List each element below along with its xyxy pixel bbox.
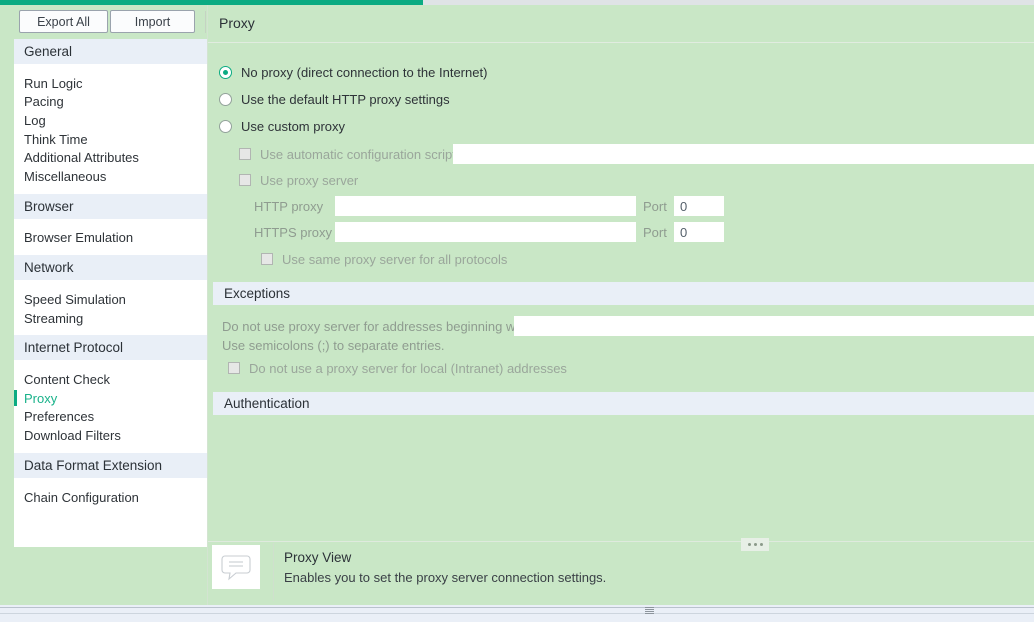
http-port-input[interactable] xyxy=(674,196,724,216)
bypass-addresses-input[interactable] xyxy=(514,316,1034,336)
tree-group-general: General xyxy=(14,39,208,64)
http-proxy-label: HTTP proxy xyxy=(254,198,324,214)
speech-bubble-icon xyxy=(212,545,260,589)
radio-no-proxy[interactable]: No proxy (direct connection to the Inter… xyxy=(208,62,487,82)
left-pane: Export All Import General Run Logic Paci… xyxy=(0,5,208,605)
radio-default-http-proxy[interactable]: Use the default HTTP proxy settings xyxy=(208,89,450,109)
sidebar-item-miscellaneous[interactable]: Miscellaneous xyxy=(14,167,208,186)
bypass-local-addresses-label: Do not use a proxy server for local (Int… xyxy=(249,360,567,376)
https-proxy-label: HTTPS proxy xyxy=(254,224,333,240)
sidebar-item-streaming[interactable]: Streaming xyxy=(14,309,208,328)
sidebar-item-run-logic[interactable]: Run Logic xyxy=(14,74,208,93)
auto-config-script-input[interactable] xyxy=(453,144,1034,164)
sidebar-item-chain-configuration[interactable]: Chain Configuration xyxy=(14,488,208,507)
handle-dot xyxy=(753,543,757,546)
description-top-rule xyxy=(208,541,1034,542)
checkbox-use-proxy-server[interactable]: Use proxy server xyxy=(239,170,358,190)
https-port-label: Port xyxy=(643,224,667,240)
description-pane: Proxy View Enables you to set the proxy … xyxy=(208,538,1034,605)
import-button[interactable]: Import xyxy=(110,10,195,33)
auto-config-script-checkbox[interactable] xyxy=(239,148,251,160)
bypass-addresses-label: Do not use proxy server for addresses be… xyxy=(222,318,530,334)
use-proxy-server-checkbox[interactable] xyxy=(239,174,251,186)
https-proxy-input[interactable] xyxy=(335,222,636,242)
handle-dot xyxy=(759,543,763,546)
tree-group-data-format-extension: Data Format Extension xyxy=(14,452,208,478)
sidebar-item-proxy[interactable]: Proxy xyxy=(14,389,208,408)
bypass-local-addresses-checkbox[interactable] xyxy=(228,362,240,374)
use-proxy-server-label: Use proxy server xyxy=(260,172,359,188)
handle-dot xyxy=(747,543,751,546)
sidebar-item-pacing[interactable]: Pacing xyxy=(14,93,208,112)
right-pane: Proxy No proxy (direct connection to the… xyxy=(207,5,1034,605)
radio-no-proxy-indicator[interactable] xyxy=(219,65,232,79)
radio-no-proxy-label: No proxy (direct connection to the Inter… xyxy=(241,64,488,80)
description-title: Proxy View xyxy=(284,550,352,565)
sidebar-item-content-check[interactable]: Content Check xyxy=(14,370,208,389)
radio-default-http-proxy-indicator[interactable] xyxy=(219,92,232,106)
https-port-input[interactable] xyxy=(674,222,724,242)
export-all-button[interactable]: Export All xyxy=(19,10,108,33)
tree-group-internet-protocol: Internet Protocol xyxy=(14,335,208,361)
sidebar-item-additional-attributes[interactable]: Additional Attributes xyxy=(14,148,208,167)
splitter-rule xyxy=(0,607,1034,608)
checkbox-bypass-local-addresses[interactable]: Do not use a proxy server for local (Int… xyxy=(228,358,567,378)
sidebar-item-download-filters[interactable]: Download Filters xyxy=(14,426,208,445)
checkbox-auto-config-script[interactable]: Use automatic configuration script xyxy=(239,144,456,164)
bottom-splitter[interactable] xyxy=(0,605,1034,622)
splitter-grip[interactable] xyxy=(645,607,654,614)
sidebar-item-browser-emulation[interactable]: Browser Emulation xyxy=(14,229,208,248)
http-port-label: Port xyxy=(643,198,667,214)
toolbar-divider xyxy=(205,11,206,33)
radio-custom-proxy-indicator[interactable] xyxy=(219,119,232,133)
section-header-exceptions: Exceptions xyxy=(213,282,1034,305)
same-proxy-all-protocols-checkbox[interactable] xyxy=(261,253,273,265)
sidebar-item-speed-simulation[interactable]: Speed Simulation xyxy=(14,290,208,309)
proxy-settings-window: Export All Import General Run Logic Paci… xyxy=(0,0,1034,622)
description-text: Enables you to set the proxy server conn… xyxy=(284,570,607,585)
sidebar-item-think-time[interactable]: Think Time xyxy=(14,130,208,149)
toolbar: Export All Import xyxy=(0,5,207,39)
description-separator xyxy=(273,543,274,601)
radio-custom-proxy-label: Use custom proxy xyxy=(241,118,346,134)
proxy-form: No proxy (direct connection to the Inter… xyxy=(208,43,1034,533)
radio-custom-proxy[interactable]: Use custom proxy xyxy=(208,116,345,136)
page-title: Proxy xyxy=(219,14,255,31)
http-proxy-input[interactable] xyxy=(335,196,636,216)
semicolon-hint: Use semicolons (;) to separate entries. xyxy=(222,337,445,353)
resize-handle[interactable] xyxy=(741,538,769,551)
settings-tree: General Run Logic Pacing Log Think Time … xyxy=(14,39,208,547)
checkbox-same-proxy-all-protocols[interactable]: Use same proxy server for all protocols xyxy=(261,249,507,269)
sidebar-item-log[interactable]: Log xyxy=(14,111,208,130)
splitter-rule-secondary xyxy=(0,613,1034,614)
radio-default-http-proxy-label: Use the default HTTP proxy settings xyxy=(241,91,450,107)
tree-group-browser: Browser xyxy=(14,193,208,219)
section-header-authentication: Authentication xyxy=(213,392,1034,415)
tree-group-network: Network xyxy=(14,255,208,281)
same-proxy-all-protocols-label: Use same proxy server for all protocols xyxy=(282,251,508,267)
auto-config-script-label: Use automatic configuration script xyxy=(260,146,456,162)
sidebar-item-preferences[interactable]: Preferences xyxy=(14,408,208,427)
